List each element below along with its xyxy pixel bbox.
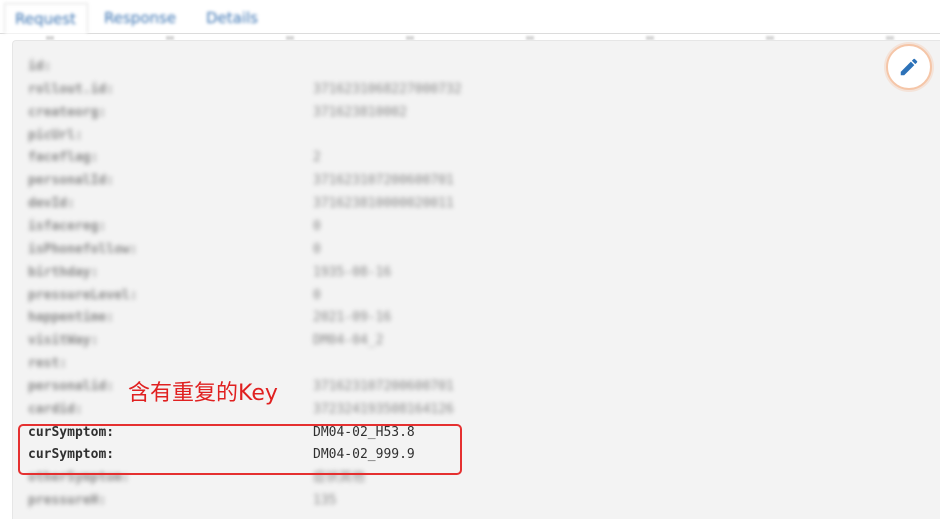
row-value: 135: [313, 493, 337, 509]
row-value: 2021-09-16: [313, 310, 392, 326]
row-key: picUrl:: [28, 127, 83, 143]
row-key: pressureH:: [28, 493, 107, 509]
row-key: personalId:: [28, 173, 115, 189]
row-value: 1935-08-16: [313, 264, 392, 280]
row-key: happentime:: [28, 310, 115, 326]
tab-request[interactable]: Request: [4, 3, 88, 34]
pencil-icon: [900, 58, 918, 76]
row-value: 371623107200600701: [313, 378, 454, 394]
row-key: devId:: [28, 196, 75, 212]
row-key: pressureLevel:: [28, 287, 138, 303]
row-key: personalid:: [28, 378, 115, 394]
row-value: 2: [313, 150, 321, 166]
row-key: id:: [28, 59, 52, 74]
tab-details[interactable]: Details: [196, 3, 268, 34]
row-key: createorg:: [28, 104, 107, 120]
row-key: birthday:: [28, 264, 99, 280]
edit-button[interactable]: [886, 44, 932, 90]
row-key: isPhonefollow:: [28, 241, 138, 257]
row-value: 371623107200600701: [313, 173, 454, 189]
row-value: 0: [313, 241, 321, 257]
row-key: visitWay:: [28, 333, 99, 349]
row-value: 0: [313, 287, 321, 303]
row-value: 371623810002: [313, 104, 407, 120]
row-key: cardid:: [28, 401, 83, 417]
duplicate-key-annotation: 含有重复的Key: [128, 381, 278, 406]
tab-response[interactable]: Response: [94, 3, 186, 34]
row-key: rest:: [28, 356, 68, 372]
row-value: 3716231068227000732: [313, 81, 462, 97]
row-value: 0: [313, 218, 321, 234]
row-value: DM04-04_2: [313, 333, 384, 349]
row-key: faceflag:: [28, 150, 99, 166]
row-value: 372324193508164126: [313, 401, 454, 417]
row-key: rollout.id:: [28, 81, 115, 97]
tab-bar: Request Response Details: [0, 0, 940, 34]
row-key: isfacereg:: [28, 218, 107, 234]
row-value: 371623810000020011: [313, 196, 454, 212]
duplicate-key-highlight: [18, 424, 462, 475]
